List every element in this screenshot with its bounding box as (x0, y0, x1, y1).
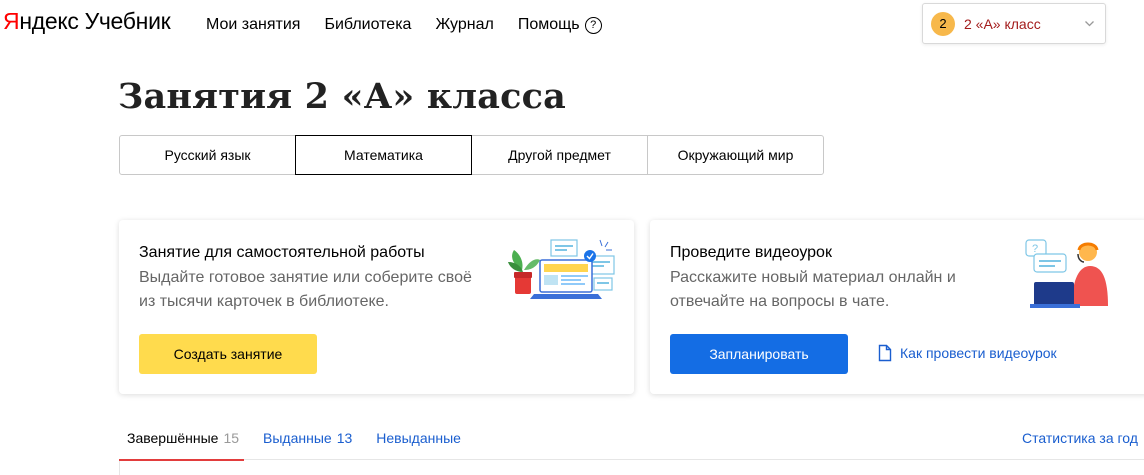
tab-unassigned-label: Невыданные (376, 430, 461, 446)
self-work-title: Занятие для самостоятельной работы (139, 244, 425, 261)
tab-other-subject[interactable]: Другой предмет (471, 135, 648, 175)
tab-completed-count: 15 (223, 430, 240, 446)
tab-completed[interactable]: Завершённые 15 (127, 430, 239, 446)
video-lesson-text: Расскажите новый материал онлайн и отвеч… (670, 269, 956, 310)
self-work-text: Выдайте готовое занятие или соберите сво… (139, 269, 472, 310)
class-selector[interactable]: 2 2 «А» класс (922, 3, 1106, 44)
nav-library[interactable]: Библиотека (324, 16, 411, 34)
main-nav: Мои занятия Библиотека Журнал Помощь ? (206, 16, 626, 34)
svg-text:?: ? (1032, 243, 1038, 255)
lesson-status-tabs: Завершённые 15 Выданные 13 Невыданные (127, 430, 485, 446)
logo-ya: Я (3, 8, 20, 34)
class-selector-label: 2 «А» класс (964, 15, 1041, 32)
tab-completed-label: Завершённые (127, 430, 219, 446)
schedule-button[interactable]: Запланировать (670, 334, 848, 374)
nav-my-lessons[interactable]: Мои занятия (206, 16, 300, 34)
lessons-list-panel (119, 459, 1144, 475)
logo-ndeks: ндекс (19, 8, 79, 34)
subject-tabs: Русский язык Математика Другой предмет О… (119, 135, 824, 175)
video-lesson-card: Проведите видеоурок Расскажите новый мат… (650, 220, 1144, 394)
tab-assigned-count: 13 (336, 430, 353, 446)
self-work-card: Занятие для самостоятельной работы Выдай… (119, 220, 634, 394)
active-tab-underline (119, 459, 244, 461)
document-icon (878, 344, 892, 362)
tab-assigned[interactable]: Выданные 13 (263, 430, 352, 446)
teacher-illustration: ? (1025, 239, 1108, 308)
create-lesson-button[interactable]: Создать занятие (139, 334, 317, 374)
tab-russian[interactable]: Русский язык (119, 135, 296, 175)
how-to-video-lesson-link[interactable]: Как провести видеоурок (878, 344, 1057, 362)
page: Яндекс Учебник Мои занятия Библиотека Жу… (0, 0, 1144, 475)
logo-product: Учебник (84, 8, 171, 34)
class-badge: 2 (931, 11, 955, 36)
nav-help[interactable]: Помощь ? (518, 16, 602, 34)
tab-assigned-label: Выданные (263, 430, 332, 446)
tab-math[interactable]: Математика (295, 135, 472, 175)
yandex-uchebnik-logo[interactable]: Яндекс Учебник (3, 8, 171, 42)
tab-world[interactable]: Окружающий мир (647, 135, 824, 175)
page-title: Занятия 2 «А» класса (118, 76, 566, 117)
nav-help-label: Помощь (517, 16, 580, 33)
how-to-video-lesson-label: Как провести видеоурок (900, 345, 1057, 361)
tab-unassigned[interactable]: Невыданные (376, 430, 461, 446)
help-icon: ? (584, 16, 602, 34)
chevron-down-icon (1085, 21, 1094, 27)
year-stats-link[interactable]: Статистика за год (1022, 430, 1138, 446)
video-lesson-title: Проведите видеоурок (670, 244, 832, 261)
nav-journal[interactable]: Журнал (435, 16, 493, 34)
laptop-illustration (508, 239, 615, 299)
